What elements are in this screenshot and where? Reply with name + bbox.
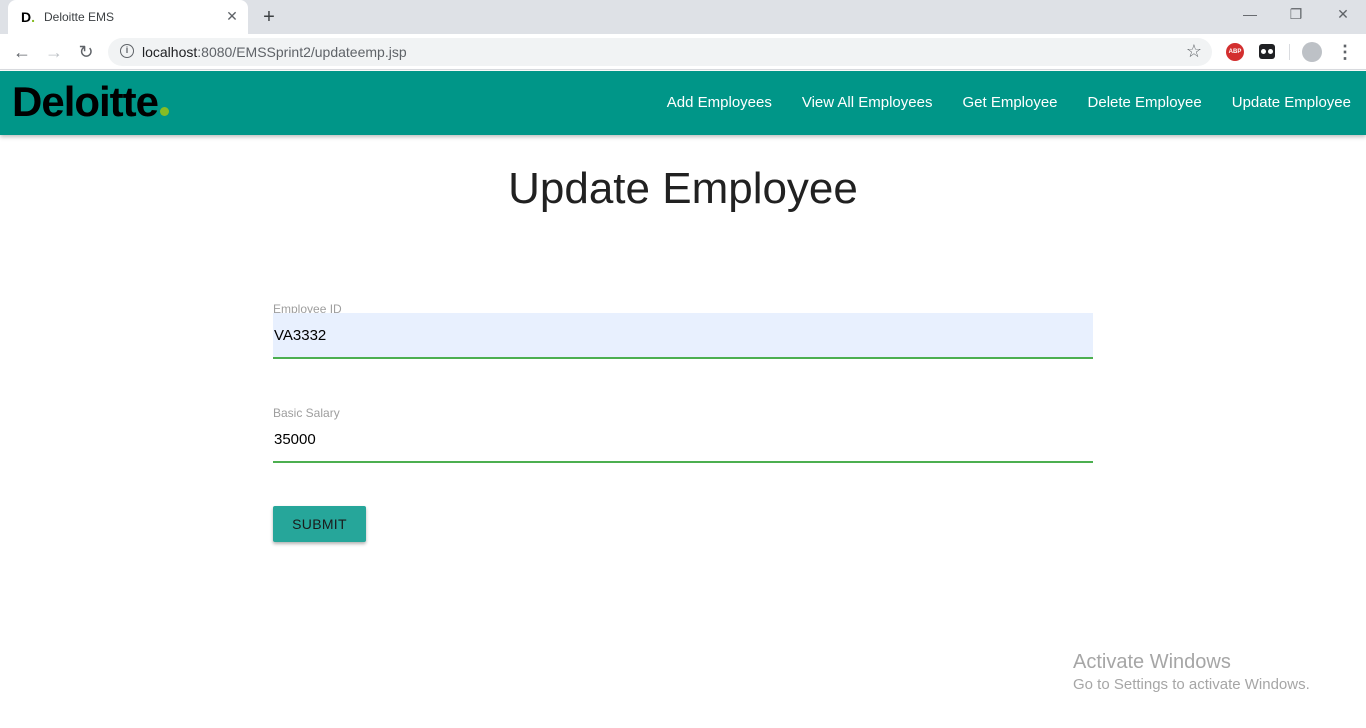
browser-toolbar: ← → ↻ i localhost:8080/EMSSprint2/update…	[0, 34, 1366, 70]
submit-button[interactable]: SUBMIT	[273, 506, 366, 542]
basic-salary-input[interactable]	[273, 417, 1093, 463]
nav-link-update-employee[interactable]: Update Employee	[1217, 71, 1366, 135]
activate-windows-watermark: Activate Windows Go to Settings to activ…	[1073, 651, 1310, 693]
logo-dot	[160, 107, 170, 116]
url-path: :8080/EMSSprint2/updateemp.jsp	[197, 44, 407, 60]
address-bar[interactable]: i localhost:8080/EMSSprint2/updateemp.js…	[108, 38, 1212, 66]
browser-tab[interactable]: D. Deloitte EMS ✕	[8, 0, 248, 34]
watermark-subtitle: Go to Settings to activate Windows.	[1073, 676, 1310, 693]
nav-links: Add Employees View All Employees Get Emp…	[652, 71, 1366, 135]
new-tab-button[interactable]: +	[258, 6, 280, 28]
browser-tab-strip: D. Deloitte EMS ✕ + — ❐ ✕	[0, 0, 1366, 34]
close-tab-icon[interactable]: ✕	[224, 8, 240, 24]
back-icon[interactable]: ←	[10, 40, 34, 64]
toolbar-divider	[1289, 44, 1290, 60]
extension-icon[interactable]	[1259, 44, 1275, 59]
watermark-title: Activate Windows	[1073, 651, 1231, 673]
reload-icon[interactable]: ↻	[74, 40, 98, 64]
bookmark-star-icon[interactable]: ☆	[1186, 41, 1202, 62]
site-info-icon[interactable]: i	[120, 44, 134, 58]
app-navbar: Deloitte Add Employees View All Employee…	[0, 71, 1366, 135]
forward-icon[interactable]: →	[42, 40, 66, 64]
url-host: localhost	[142, 44, 198, 60]
restore-window-icon[interactable]: ❐	[1284, 4, 1308, 24]
nav-link-add-employees[interactable]: Add Employees	[652, 71, 787, 135]
browser-menu-icon[interactable]: ⋮	[1336, 40, 1354, 64]
nav-link-delete-employee[interactable]: Delete Employee	[1073, 71, 1217, 135]
deloitte-favicon-icon: D.	[21, 9, 36, 25]
minimize-window-icon[interactable]: —	[1238, 4, 1262, 24]
adblock-extension-icon[interactable]: ABP	[1226, 43, 1244, 61]
deloitte-logo[interactable]: Deloitte	[12, 77, 170, 127]
tab-title: Deloitte EMS	[44, 10, 115, 24]
nav-link-view-all-employees[interactable]: View All Employees	[787, 71, 948, 135]
url-text: localhost:8080/EMSSprint2/updateemp.jsp	[142, 44, 407, 60]
profile-avatar-icon[interactable]	[1302, 42, 1322, 62]
close-window-icon[interactable]: ✕	[1331, 4, 1355, 24]
employee-id-input[interactable]	[273, 313, 1093, 359]
page-title: Update Employee	[508, 164, 858, 213]
nav-link-get-employee[interactable]: Get Employee	[947, 71, 1072, 135]
